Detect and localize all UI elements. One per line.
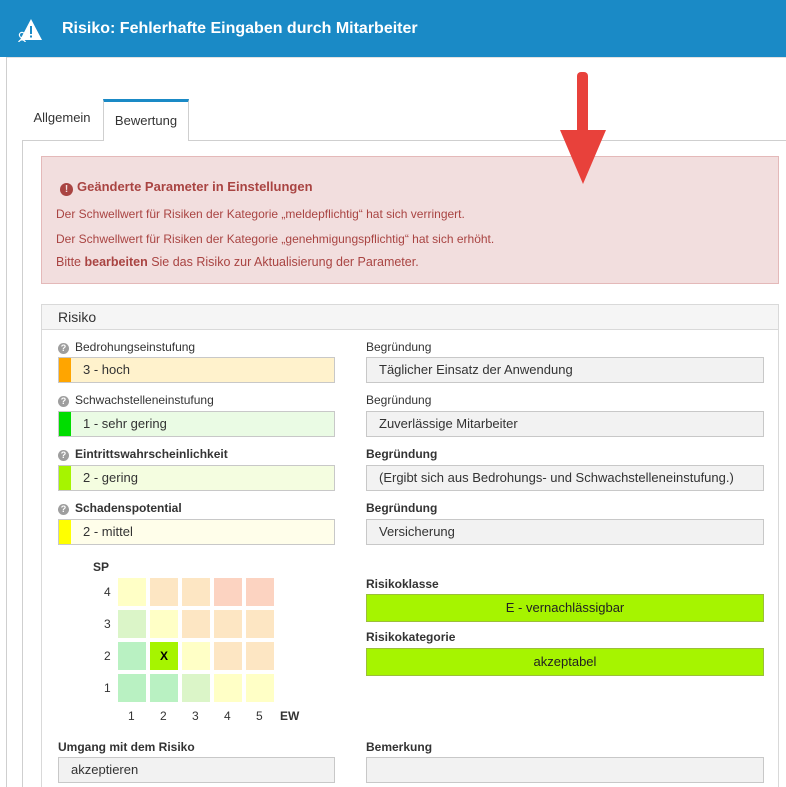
- matrix-cell: [182, 674, 210, 702]
- damage-select[interactable]: 2 - mittel: [58, 519, 335, 545]
- edit-link[interactable]: bearbeiten: [85, 255, 148, 269]
- matrix-x-tick: 2: [160, 709, 167, 723]
- matrix-cell: [118, 674, 146, 702]
- matrix-x-tick: 3: [192, 709, 199, 723]
- help-icon[interactable]: ?: [58, 450, 69, 461]
- alert-line: Der Schwellwert für Risiken der Kategori…: [56, 232, 495, 246]
- remark-input[interactable]: [366, 757, 764, 783]
- threat-label: Bedrohungseinstufung: [75, 340, 196, 354]
- help-icon[interactable]: ?: [58, 343, 69, 354]
- color-swatch: [59, 466, 71, 490]
- alert-line: Bitte bearbeiten Sie das Risiko zur Aktu…: [56, 255, 419, 269]
- color-swatch: [59, 412, 71, 436]
- matrix-y-tick: 3: [104, 617, 111, 631]
- reason-damage-input[interactable]: Versicherung: [366, 519, 764, 545]
- vulnerability-select[interactable]: 1 - sehr gering: [58, 411, 335, 437]
- matrix-cell: [150, 674, 178, 702]
- matrix-cell: [246, 642, 274, 670]
- matrix-y-axis-label: SP: [93, 560, 110, 574]
- reason-label: Begründung: [366, 393, 432, 407]
- matrix-cell: [182, 578, 210, 606]
- matrix-cell: [246, 674, 274, 702]
- matrix-x-axis-label: EW: [280, 709, 300, 723]
- alert-line: Der Schwellwert für Risiken der Kategori…: [56, 207, 465, 221]
- panel-border: [22, 140, 23, 787]
- tab-bewertung[interactable]: Bewertung: [103, 99, 189, 141]
- window-title: Risiko: Fehlerhafte Eingaben durch Mitar…: [62, 20, 418, 37]
- risk-category-value: akzeptabel: [366, 648, 764, 676]
- section-title: Risiko: [58, 309, 97, 325]
- probability-label: Eintrittswahrscheinlichkeit: [75, 447, 228, 461]
- matrix-cell: [150, 578, 178, 606]
- vulnerability-label: Schwachstelleneinstufung: [75, 393, 214, 407]
- reason-label: Begründung: [366, 501, 438, 515]
- risk-category-label: Risikokategorie: [366, 630, 456, 644]
- arrow-down-icon: [560, 72, 606, 184]
- reason-label: Begründung: [366, 340, 432, 354]
- damage-label: Schadenspotential: [75, 501, 182, 515]
- probability-field: 2 - gering: [58, 465, 335, 491]
- matrix-cell: [246, 610, 274, 638]
- matrix-cell: [118, 610, 146, 638]
- handling-select[interactable]: akzeptieren: [58, 757, 335, 783]
- alert-box: ! Geänderte Parameter in Einstellungen De…: [41, 156, 779, 284]
- matrix-cell: [214, 610, 242, 638]
- matrix-x-tick: 4: [224, 709, 231, 723]
- help-icon[interactable]: ?: [58, 396, 69, 407]
- remark-label: Bemerkung: [366, 740, 433, 754]
- reason-vulnerability-input[interactable]: Zuverlässige Mitarbeiter: [366, 411, 764, 437]
- matrix-cell: [150, 610, 178, 638]
- matrix-cell: [214, 642, 242, 670]
- color-swatch: [59, 358, 71, 382]
- help-icon[interactable]: ?: [58, 504, 69, 515]
- matrix-y-tick: 2: [104, 649, 111, 663]
- matrix-cell: [214, 578, 242, 606]
- matrix-marker: X: [150, 642, 178, 670]
- matrix-y-tick: 4: [104, 585, 111, 599]
- matrix-x-tick: 5: [256, 709, 263, 723]
- reason-probability-field: (Ergibt sich aus Bedrohungs- und Schwach…: [366, 465, 764, 491]
- matrix-x-tick: 1: [128, 709, 135, 723]
- reason-label: Begründung: [366, 447, 438, 461]
- title-bar: Risiko: Fehlerhafte Eingaben durch Mitar…: [0, 0, 786, 57]
- matrix-cell: [246, 578, 274, 606]
- divider: [6, 57, 786, 58]
- threat-select[interactable]: 3 - hoch: [58, 357, 335, 383]
- matrix-cell: [118, 642, 146, 670]
- handling-label: Umgang mit dem Risiko: [58, 740, 195, 754]
- tab-underline: [188, 140, 786, 141]
- matrix-y-tick: 1: [104, 681, 111, 695]
- divider: [6, 57, 7, 787]
- reason-threat-input[interactable]: Täglicher Einsatz der Anwendung: [366, 357, 764, 383]
- matrix-cell: [214, 674, 242, 702]
- risk-matrix: X: [118, 578, 278, 706]
- matrix-cell: [182, 610, 210, 638]
- matrix-cell: [118, 578, 146, 606]
- tab-allgemein[interactable]: Allgemein: [22, 99, 102, 141]
- warning-person-icon: [18, 19, 42, 42]
- risk-class-label: Risikoklasse: [366, 577, 439, 591]
- matrix-cell: [182, 642, 210, 670]
- tab-underline: [22, 140, 103, 141]
- alert-title: Geänderte Parameter in Einstellungen: [77, 179, 313, 194]
- color-swatch: [59, 520, 71, 544]
- exclamation-circle-icon: !: [60, 183, 73, 196]
- risk-class-value: E - vernachlässigbar: [366, 594, 764, 622]
